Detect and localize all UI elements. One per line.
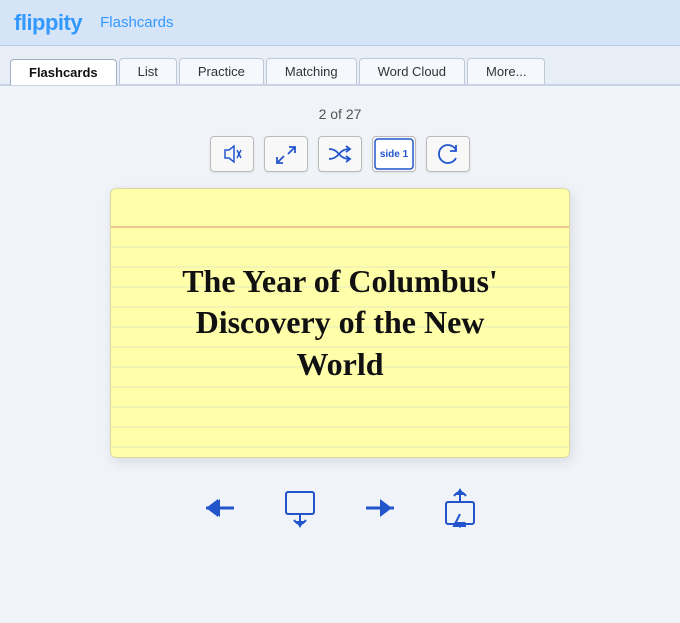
tab-flashcards[interactable]: Flashcards: [10, 59, 117, 85]
flip-left-button[interactable]: [274, 484, 326, 532]
shuffle-button[interactable]: [318, 136, 362, 172]
tab-practice[interactable]: Practice: [179, 58, 264, 84]
side-button[interactable]: side 1: [372, 136, 416, 172]
header: flippity Flashcards: [0, 0, 680, 46]
mute-button[interactable]: [210, 136, 254, 172]
controls-row: side 1: [210, 136, 470, 172]
back-button[interactable]: [194, 484, 246, 532]
tab-more[interactable]: More...: [467, 58, 545, 84]
tab-wordcloud[interactable]: Word Cloud: [359, 58, 465, 84]
fullscreen-button[interactable]: [264, 136, 308, 172]
forward-button[interactable]: [354, 484, 406, 532]
header-title: Flashcards: [100, 14, 173, 31]
rotate-button[interactable]: [426, 136, 470, 172]
svg-text:side 1: side 1: [380, 149, 409, 160]
tab-bar: Flashcards List Practice Matching Word C…: [0, 46, 680, 86]
tab-list[interactable]: List: [119, 58, 177, 84]
logo: flippity: [14, 10, 82, 36]
flashcard[interactable]: The Year of Columbus' Discovery of the N…: [110, 188, 570, 458]
card-counter: 2 of 27: [319, 106, 362, 122]
main-content: 2 of 27: [0, 86, 680, 542]
flashcard-text: The Year of Columbus' Discovery of the N…: [151, 261, 529, 386]
bottom-nav: [194, 484, 486, 532]
flashcard-content: The Year of Columbus' Discovery of the N…: [111, 189, 569, 457]
flip-right-button[interactable]: [434, 484, 486, 532]
tab-matching[interactable]: Matching: [266, 58, 357, 84]
